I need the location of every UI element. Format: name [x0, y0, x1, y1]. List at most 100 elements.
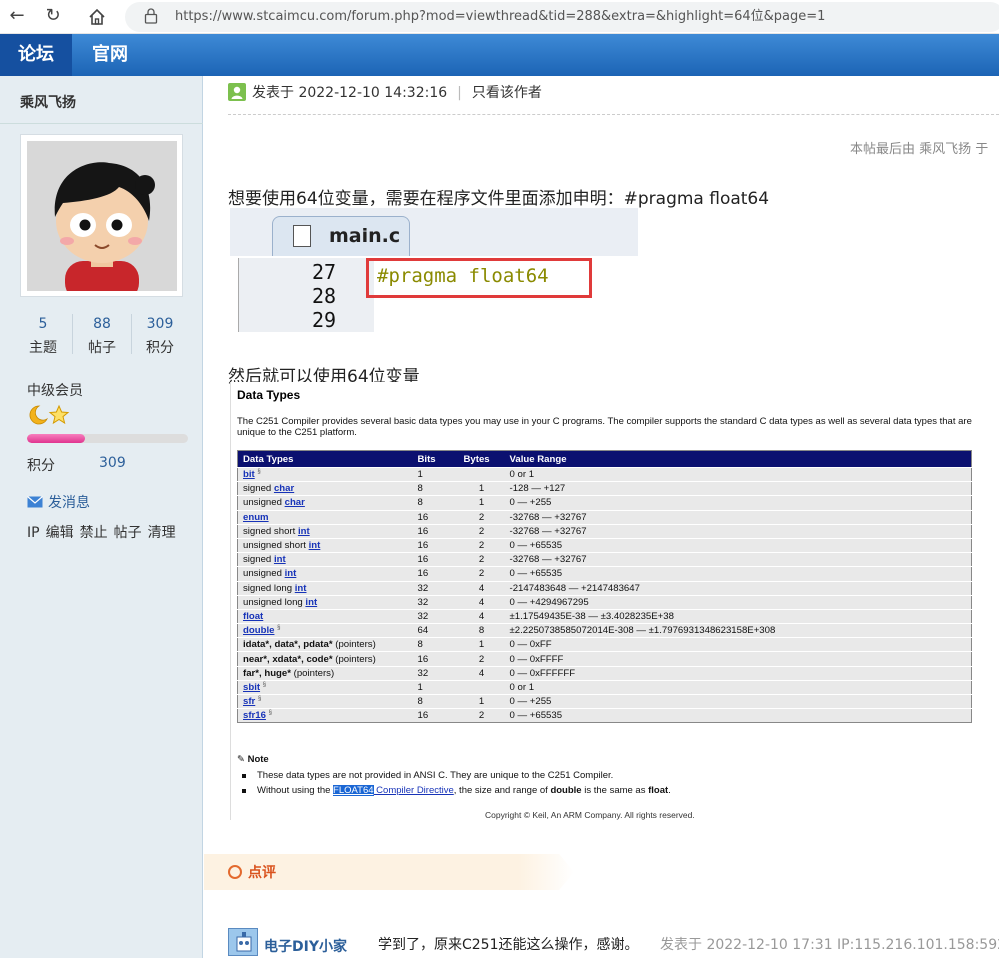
cell-type: idata*, data*, pdata* (pointers): [237, 637, 413, 652]
table-row: enum 16 2 -32768 — +32767: [237, 509, 972, 525]
cell-range: 0 — +65535: [504, 708, 972, 723]
table-row: sfr16 § 16 2 0 — +65535: [237, 708, 972, 723]
type-prefix: signed long: [243, 582, 295, 594]
cell-bytes: 4: [458, 580, 505, 596]
type-link[interactable]: float: [243, 611, 263, 622]
cell-bits: 8: [412, 637, 459, 652]
type-link[interactable]: enum: [243, 512, 269, 523]
cell-bytes: 4: [458, 594, 505, 610]
tab-official-site[interactable]: 官网: [72, 34, 148, 76]
cell-type: enum: [237, 509, 413, 525]
cell-range: 0 — +255: [504, 495, 972, 511]
divider: [228, 114, 999, 115]
post-header: 发表于 2022-12-10 14:32:16 | 只看该作者: [228, 82, 542, 104]
moon-icon: [29, 405, 48, 425]
type-link[interactable]: int: [295, 583, 307, 594]
admin-link-clean[interactable]: 清理: [148, 525, 176, 541]
reload-button[interactable]: ↻: [40, 4, 66, 30]
address-bar[interactable]: https://www.stcaimcu.com/forum.php?mod=v…: [125, 2, 999, 32]
doc-title: Data Types: [237, 388, 301, 402]
cell-type: sfr16 §: [237, 708, 413, 723]
cell-range: -32768 — +32767: [504, 552, 972, 567]
type-note: (pointers): [332, 653, 376, 665]
admin-link-ip[interactable]: IP: [27, 525, 40, 541]
stat-value: 309: [146, 316, 174, 332]
code-screenshot[interactable]: main.c 27 28 29 #pragma float64: [230, 208, 638, 332]
admin-link-ban[interactable]: 禁止: [80, 525, 108, 541]
cell-bits: 8: [412, 693, 459, 709]
admin-link-edit[interactable]: 编辑: [46, 525, 74, 541]
rank-medals: [29, 404, 70, 425]
comment-text: 学到了，原来C251还能这么操作，感谢。: [378, 937, 639, 953]
cell-bits: 1: [412, 679, 459, 695]
commenter-avatar[interactable]: [228, 928, 258, 956]
home-button[interactable]: [84, 4, 110, 30]
type-link[interactable]: char: [285, 497, 305, 508]
stat-label: 积分: [146, 340, 174, 356]
cell-range: 0 — +65535: [504, 537, 972, 553]
type-link[interactable]: int: [305, 597, 317, 608]
footnote-mark: §: [268, 710, 272, 717]
cell-bits: 16: [412, 566, 459, 581]
lock-icon: [144, 8, 158, 24]
type-link[interactable]: char: [274, 483, 294, 494]
avatar[interactable]: [20, 134, 183, 297]
stat-credits[interactable]: 309 积分: [133, 316, 187, 357]
rank-progress-fill: [27, 434, 85, 443]
datatypes-screenshot[interactable]: Data Types The C251 Compiler provides se…: [230, 382, 999, 820]
cell-bits: 16: [412, 509, 459, 525]
type-link[interactable]: double: [243, 625, 274, 636]
admin-link-posts[interactable]: 帖子: [114, 525, 142, 541]
cell-range: -128 — +127: [504, 481, 972, 496]
float64-link[interactable]: FLOAT64: [333, 785, 374, 796]
send-message-link[interactable]: 发消息: [27, 492, 90, 512]
rank-progress-bar: [27, 434, 188, 443]
cell-type: near*, xdata*, code* (pointers): [237, 651, 413, 667]
back-button[interactable]: ←: [4, 4, 30, 30]
only-author-link[interactable]: 只看该作者: [472, 85, 542, 101]
commenter-name[interactable]: 电子DIY小家: [264, 936, 347, 956]
type-link[interactable]: int: [309, 540, 321, 551]
post-paragraph: 想要使用64位变量，需要在程序文件里面添加申明：#pragma float64: [228, 189, 770, 209]
cell-type: double §: [237, 623, 413, 638]
table-row: sbit § 1 0 or 1: [237, 679, 972, 695]
type-link[interactable]: sfr: [243, 696, 255, 707]
type-link[interactable]: int: [285, 568, 297, 579]
type-prefix: signed short: [243, 525, 298, 537]
credit-value[interactable]: 309: [99, 455, 126, 471]
pencil-icon: ✎: [237, 754, 248, 765]
table-row: signed short int 16 2 -32768 — +32767: [237, 523, 972, 539]
cell-range: 0 — +4294967295: [504, 594, 972, 610]
stat-posts[interactable]: 88 帖子: [75, 316, 129, 357]
table-row: bit § 1 0 or 1: [237, 466, 972, 482]
cell-type: far*, huge* (pointers): [237, 665, 413, 681]
author-name[interactable]: 乘风飞扬: [20, 92, 76, 112]
compiler-directive-link[interactable]: Compiler Directive: [374, 785, 454, 796]
tab-forum[interactable]: 论坛: [0, 34, 72, 76]
type-prefix: unsigned: [243, 568, 285, 580]
stat-value: 88: [93, 316, 111, 332]
post-time: 2022-12-10 14:32:16: [298, 85, 448, 101]
reload-icon: ↻: [45, 5, 61, 26]
cell-range: 0 — +255: [504, 693, 972, 709]
forum-nav: 论坛 官网: [0, 34, 999, 76]
type-link[interactable]: sbit: [243, 682, 260, 693]
note-label: Note: [247, 754, 269, 765]
type-prefix: unsigned long: [243, 596, 306, 608]
cell-type: signed char: [237, 481, 413, 496]
cell-bits: 1: [412, 466, 459, 482]
type-name: near*, xdata*, code*: [243, 653, 333, 665]
type-link[interactable]: int: [274, 554, 286, 565]
credit-label: 积分: [27, 458, 55, 474]
member-rank[interactable]: 中级会员: [27, 380, 83, 400]
type-link[interactable]: int: [298, 526, 310, 537]
table-row: signed char 8 1 -128 — +127: [237, 481, 972, 496]
table-row: signed int 16 2 -32768 — +32767: [237, 552, 972, 567]
type-link[interactable]: bit: [243, 469, 255, 480]
note-item: Without using the FLOAT64 Compiler Direc…: [242, 785, 671, 796]
stat-topics[interactable]: 5 主题: [16, 316, 70, 357]
cell-bits: 8: [412, 495, 459, 511]
type-link[interactable]: sfr16: [243, 710, 266, 721]
stat-value: 5: [38, 316, 48, 332]
cell-bytes: 4: [458, 608, 505, 624]
